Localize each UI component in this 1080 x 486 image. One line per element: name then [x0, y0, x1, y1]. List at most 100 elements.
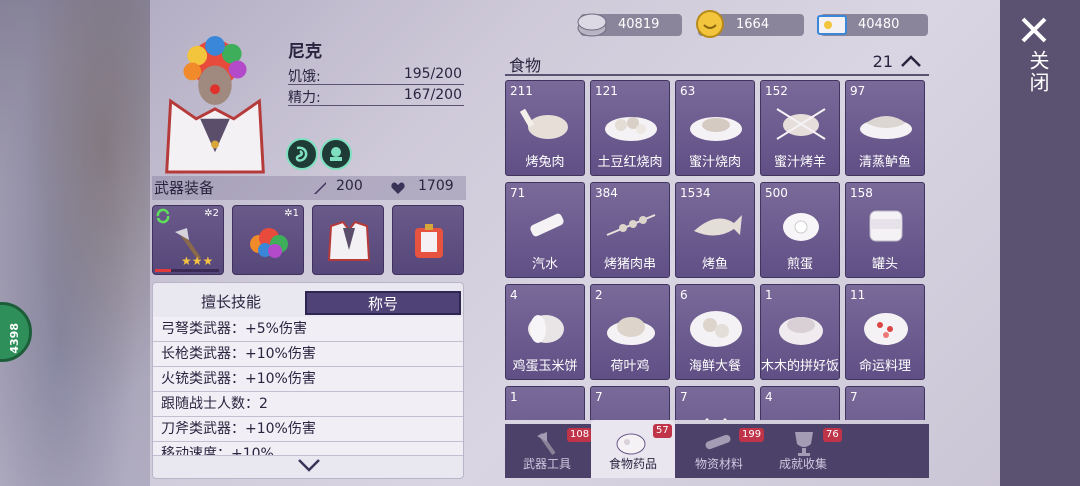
potato-braised-pork-icon: [605, 117, 657, 141]
food-icon: [858, 405, 914, 420]
tab-weapons-tools[interactable]: 108 武器工具: [505, 424, 593, 478]
mood-status-icon[interactable]: [320, 138, 352, 170]
currency-value: 40819: [618, 17, 660, 32]
character-name: 尼克: [288, 42, 322, 62]
backpack-icon: [415, 224, 443, 258]
logs-icon: [705, 434, 731, 450]
chevron-up-icon[interactable]: [899, 52, 923, 70]
close-panel[interactable]: 关闭: [1000, 0, 1080, 486]
food-icon: [705, 417, 727, 420]
equip-slot-accessory[interactable]: [392, 205, 464, 275]
tab-count: 76: [823, 428, 842, 442]
item-cell[interactable]: 4: [760, 386, 840, 420]
item-potato-braised-pork[interactable]: 121 土豆红烧肉: [590, 80, 670, 176]
skill-row: 跟随战士人数：2: [153, 392, 463, 417]
side-badge-label: 4398: [8, 323, 21, 354]
item-cell[interactable]: 7: [590, 386, 670, 420]
item-mumu-meal[interactable]: 1 木木的拼好饭: [760, 284, 840, 380]
background-scene: [0, 0, 150, 486]
skill-tabs: 擅长技能 称号: [153, 283, 463, 315]
tab-label: 成就收集: [778, 457, 827, 471]
character-avatar: [165, 35, 265, 174]
energy-label: 精力:: [288, 90, 321, 106]
item-grid: 211 烤兔肉 121 土豆红烧肉 63 蜜汁烧肉 152 蜜汁烤羊 97 清蒸…: [505, 80, 929, 420]
fried-egg-icon: [783, 213, 819, 241]
energy-value: 167/200: [403, 87, 462, 103]
currency-ticket: 40480: [817, 14, 928, 36]
clown-wig-icon: [250, 228, 288, 258]
food-icon: [773, 405, 829, 420]
item-steamed-fish[interactable]: 97 清蒸鲈鱼: [845, 80, 925, 176]
item-cell[interactable]: 7: [675, 386, 755, 420]
category-title: 食物: [509, 56, 542, 75]
item-fried-egg[interactable]: 500 煎蛋: [760, 182, 840, 278]
chevron-down-icon[interactable]: [297, 457, 321, 473]
equip-slot-weapon[interactable]: ✲2 ★★★: [152, 205, 224, 275]
sword-icon: [314, 182, 326, 194]
axe-tool-icon: [537, 432, 556, 455]
tab-label: 武器工具: [522, 457, 571, 471]
item-honey-pork[interactable]: 63 蜜汁烧肉: [675, 80, 755, 176]
star-rating: ★★★: [181, 254, 214, 268]
item-grilled-fish[interactable]: 1534 烤鱼: [675, 182, 755, 278]
category-count: 21: [872, 52, 893, 71]
equip-slot-hat[interactable]: ✲1: [232, 205, 304, 275]
honey-lamb-icon: [776, 108, 826, 140]
tab-food-medicine[interactable]: 57 食物药品: [591, 420, 675, 478]
tab-materials[interactable]: 199 物资材料: [677, 424, 765, 478]
tab-count: 57: [653, 424, 672, 438]
slot-level: ✲2: [204, 208, 219, 219]
currency-value: 1664: [736, 17, 770, 32]
tab-label: 物资材料: [694, 457, 743, 471]
close-icon[interactable]: [1020, 16, 1048, 44]
category-tabbar: 108 武器工具 57 食物药品 199 物资材料 76 成就收集: [505, 420, 929, 478]
item-honey-lamb[interactable]: 152 蜜汁烤羊: [760, 80, 840, 176]
attack-value: 200: [336, 178, 363, 194]
grilled-fish-icon: [694, 215, 742, 236]
currency-silver: 40819: [577, 13, 682, 37]
tab-achievements[interactable]: 76 成就收集: [761, 424, 845, 478]
roast-rabbit-icon: [519, 108, 568, 139]
item-can[interactable]: 158 罐头: [845, 182, 925, 278]
steamed-fish-icon: [860, 116, 912, 139]
tab-skills[interactable]: 擅长技能: [157, 291, 305, 315]
skill-row: 弓弩类武器：+5%伤害: [153, 317, 463, 342]
swap-icon: [156, 208, 170, 224]
item-seafood-feast[interactable]: 6 海鲜大餐: [675, 284, 755, 380]
skill-row: 移动速度：+10%: [153, 442, 463, 456]
item-soda[interactable]: 71 汽水: [505, 182, 585, 278]
food-icon: [603, 405, 659, 420]
gold-coin-icon: [696, 10, 724, 38]
item-pork-skewer[interactable]: 384 烤猪肉串: [590, 182, 670, 278]
lotus-chicken-icon: [607, 317, 655, 345]
heart-icon: [391, 182, 405, 194]
stomach-status-icon[interactable]: [286, 138, 318, 170]
fate-dish-icon: [864, 313, 908, 345]
currency-value: 40480: [858, 17, 900, 32]
item-cell[interactable]: 1: [505, 386, 585, 420]
equipment-header: 武器装备 200 1709: [152, 176, 466, 200]
equip-slot-armor[interactable]: [312, 205, 384, 275]
item-cell[interactable]: 7: [845, 386, 925, 420]
mumu-meal-icon: [779, 317, 823, 345]
tab-titles[interactable]: 称号: [305, 291, 461, 315]
item-lotus-chicken[interactable]: 2 荷叶鸡: [590, 284, 670, 380]
hunger-row: 饥饿: 195/200: [288, 65, 464, 85]
item-fate-dish[interactable]: 11 命运料理: [845, 284, 925, 380]
seafood-feast-icon: [690, 311, 742, 347]
honey-pork-icon: [690, 117, 742, 141]
durability-bar: [155, 269, 219, 272]
health-value: 1709: [418, 178, 454, 194]
can-icon: [869, 210, 903, 242]
hunger-label: 饥饿:: [288, 69, 321, 85]
item-roast-rabbit[interactable]: 211 烤兔肉: [505, 80, 585, 176]
item-egg-cornbread[interactable]: 4 鸡蛋玉米饼: [505, 284, 585, 380]
energy-row: 精力: 167/200: [288, 86, 464, 106]
equipment-title: 武器装备: [154, 179, 215, 197]
skill-row: 火铳类武器：+10%伤害: [153, 367, 463, 392]
food-icon: [518, 405, 574, 420]
tab-count: 108: [567, 428, 593, 442]
skill-row: 长枪类武器：+10%伤害: [153, 342, 463, 367]
skills-panel: 擅长技能 称号 弓弩类武器：+5%伤害 长枪类武器：+10%伤害 火铳类武器：+…: [152, 282, 464, 479]
close-label: 关闭: [1026, 50, 1050, 94]
